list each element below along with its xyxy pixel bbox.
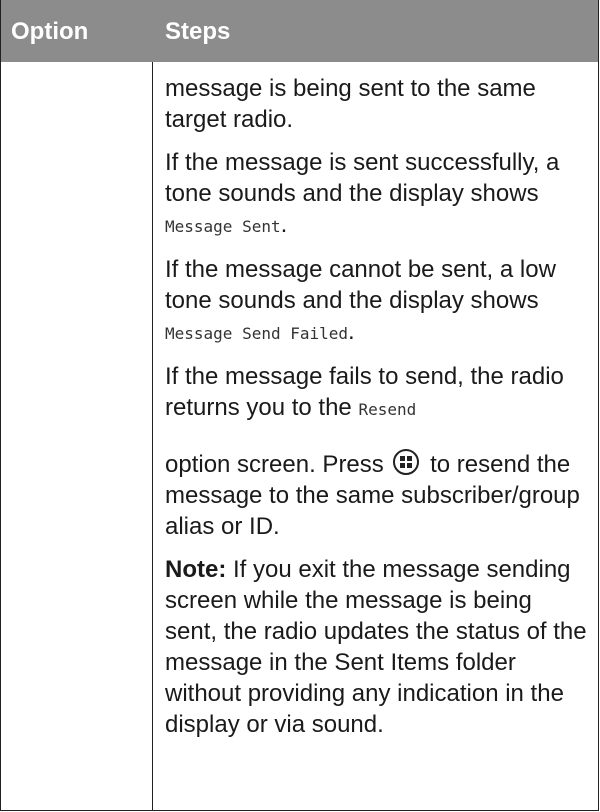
success-text: If the message is sent successfully, a t… [165, 149, 560, 207]
display-text-message-sent: Message Sent [165, 217, 281, 236]
grid-icon [400, 456, 413, 468]
failure-end: . [348, 318, 355, 345]
option-steps-table: Option Steps message is being sent to th… [0, 0, 599, 811]
steps-cell: message is being sent to the same target… [165, 73, 590, 752]
column-divider [152, 62, 153, 811]
step-paragraph-failure: If the message cannot be sent, a low ton… [165, 254, 590, 349]
success-end: . [280, 211, 288, 238]
press-text: option screen. Press [165, 451, 391, 478]
note-label: Note: [165, 556, 227, 583]
note-paragraph: Note: If you exit the message sending sc… [165, 554, 590, 740]
note-text: If you exit the message sending screen w… [165, 556, 587, 738]
display-text-send-failed: Message Send Failed [165, 324, 349, 343]
step-paragraph-resend: If the message fails to send, the radio … [165, 361, 590, 542]
header-steps: Steps [165, 18, 231, 45]
table-header: Option Steps [1, 0, 598, 62]
failure-text: If the message cannot be sent, a low ton… [165, 256, 556, 314]
display-text-resend: Resend [358, 400, 417, 419]
step-paragraph-continuation: message is being sent to the same target… [165, 75, 536, 133]
header-option: Option [11, 18, 89, 45]
menu-ok-button-icon [393, 449, 420, 475]
step-paragraph-success: If the message is sent successfully, a t… [165, 147, 590, 242]
